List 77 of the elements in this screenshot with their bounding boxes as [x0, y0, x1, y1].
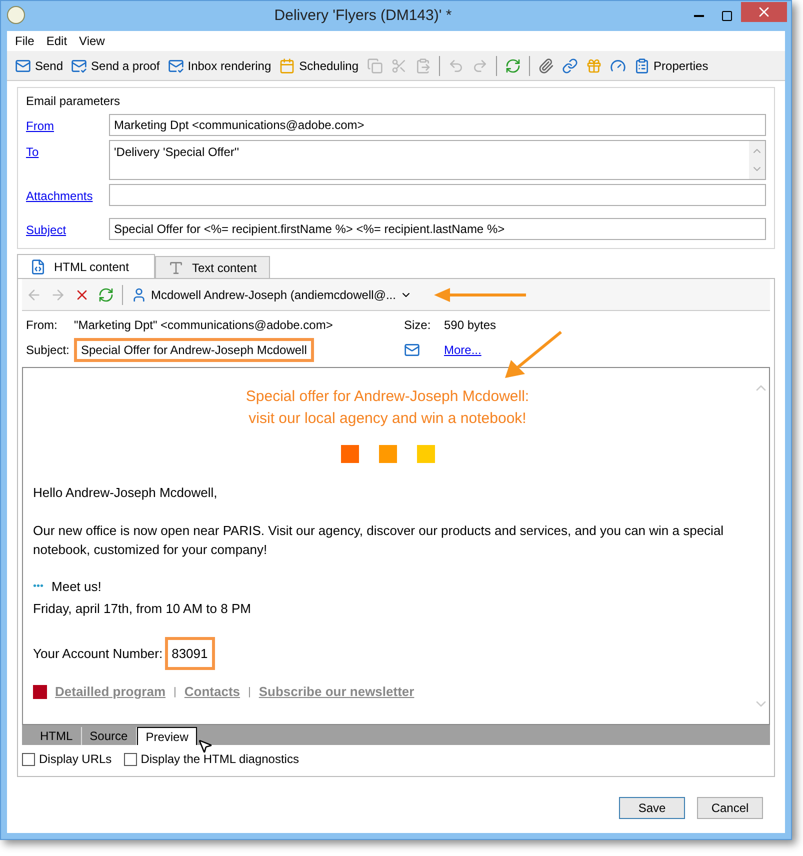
menu-item[interactable]: Edit	[46, 32, 68, 50]
account-number: 83091	[164, 636, 215, 670]
account-label: Your Account Number:	[33, 644, 163, 662]
maximize-icon	[721, 10, 733, 22]
calendar-icon	[279, 58, 296, 74]
mail-icon	[404, 342, 420, 358]
field-link[interactable]: From	[26, 114, 109, 135]
link-separator: |	[174, 684, 176, 700]
minimize-icon	[694, 15, 704, 17]
input-field[interactable]: Marketing Dpt <communications@adobe.com>	[109, 114, 766, 136]
to-field[interactable]: 'Delivery 'Special Offer''	[109, 140, 766, 180]
toolbar-button[interactable]: Scheduling	[275, 54, 363, 78]
checkbox[interactable]	[124, 752, 137, 766]
dialog-button[interactable]: Save	[619, 797, 685, 819]
bullet-dots: •••	[33, 580, 44, 594]
mail-check-icon	[168, 58, 184, 74]
link-icon	[562, 58, 578, 74]
cut-icon	[390, 58, 407, 74]
paste-icon	[414, 58, 431, 74]
input-field[interactable]: Special Offer for <%= recipient.firstName %> <%= recipient.lastName %>	[109, 218, 766, 240]
email-link[interactable]: Subscribe our newsletter	[258, 682, 414, 702]
meet-text: Meet us!	[52, 578, 102, 596]
email-link[interactable]: Detailled program	[55, 682, 166, 702]
content-tab[interactable]: Text content	[155, 256, 270, 278]
input-field[interactable]	[109, 184, 766, 206]
subject-value: Special Offer for Andrew-Joseph Mcdowell	[74, 338, 314, 362]
link-separator: |	[248, 684, 251, 700]
menu-item[interactable]: View	[79, 32, 105, 50]
person-icon	[131, 286, 147, 302]
field-link[interactable]: To	[26, 140, 109, 161]
field-link[interactable]: Attachments	[26, 184, 109, 205]
body-paragraph: Our new office is now open near PARIS. Visit our agency, discover our products and services, and you can win a special notebook, customized for your company!	[33, 522, 725, 558]
window-title: Delivery 'Flyers (DM143)' *	[273, 6, 453, 26]
date-text: Friday, april 17th, from 10 AM to 8 PM	[33, 600, 252, 618]
toolbar-button[interactable]: Send	[11, 54, 68, 78]
checkbox-label: Display the HTML diagnostics	[140, 751, 299, 768]
from-label: From:	[26, 317, 58, 334]
gift-icon	[586, 58, 602, 74]
refresh-icon	[504, 58, 521, 74]
greeting: Hello Andrew-Joseph Mcdowell,	[33, 484, 218, 502]
checkbox[interactable]	[22, 752, 35, 766]
size-value: 590 bytes	[444, 317, 498, 334]
cursor-icon	[197, 738, 213, 754]
checkbox-label: Display URLs	[39, 751, 112, 768]
group-title: Email parameters	[26, 93, 122, 110]
field-link[interactable]: Subject	[26, 218, 109, 239]
refresh-icon[interactable]	[98, 286, 114, 302]
email-headline: Special offer for Andrew-Joseph Mcdowell:	[244, 387, 530, 407]
close-button[interactable]	[741, 2, 787, 22]
text-icon	[168, 260, 184, 276]
subject-label: Subject:	[26, 342, 70, 359]
mail-icon	[15, 58, 31, 74]
undo-icon	[448, 58, 464, 74]
toolbar-button[interactable]: Send a proof	[67, 54, 164, 78]
mail-check-icon	[71, 58, 88, 74]
toolbar-button[interactable]: Inbox rendering	[164, 54, 276, 78]
view-tab[interactable]: Preview	[136, 727, 198, 745]
more-link[interactable]: More...	[444, 341, 766, 359]
from-value: "Marketing Dpt" <communications@adobe.com>	[74, 317, 334, 334]
forward-icon[interactable]	[50, 286, 66, 302]
email-link[interactable]: Contacts	[184, 682, 240, 702]
html-file-icon	[30, 258, 46, 274]
scrollbar[interactable]	[749, 141, 765, 179]
menu-item[interactable]: File	[15, 32, 34, 50]
clipboard-icon	[634, 58, 650, 74]
content-tab[interactable]: HTML content	[17, 254, 155, 278]
size-label: Size:	[404, 317, 432, 334]
paperclip-icon	[538, 58, 554, 74]
back-icon[interactable]	[26, 286, 42, 302]
app-icon	[7, 6, 25, 24]
redo-icon	[472, 58, 488, 74]
copy-icon	[366, 58, 383, 74]
email-headline: visit our local agency and win a notebook!	[248, 409, 528, 429]
toolbar-button[interactable]: Properties	[630, 54, 712, 78]
view-tab[interactable]: HTML	[32, 727, 82, 745]
gauge-icon	[610, 58, 626, 74]
dialog-button[interactable]: Cancel	[697, 797, 763, 819]
